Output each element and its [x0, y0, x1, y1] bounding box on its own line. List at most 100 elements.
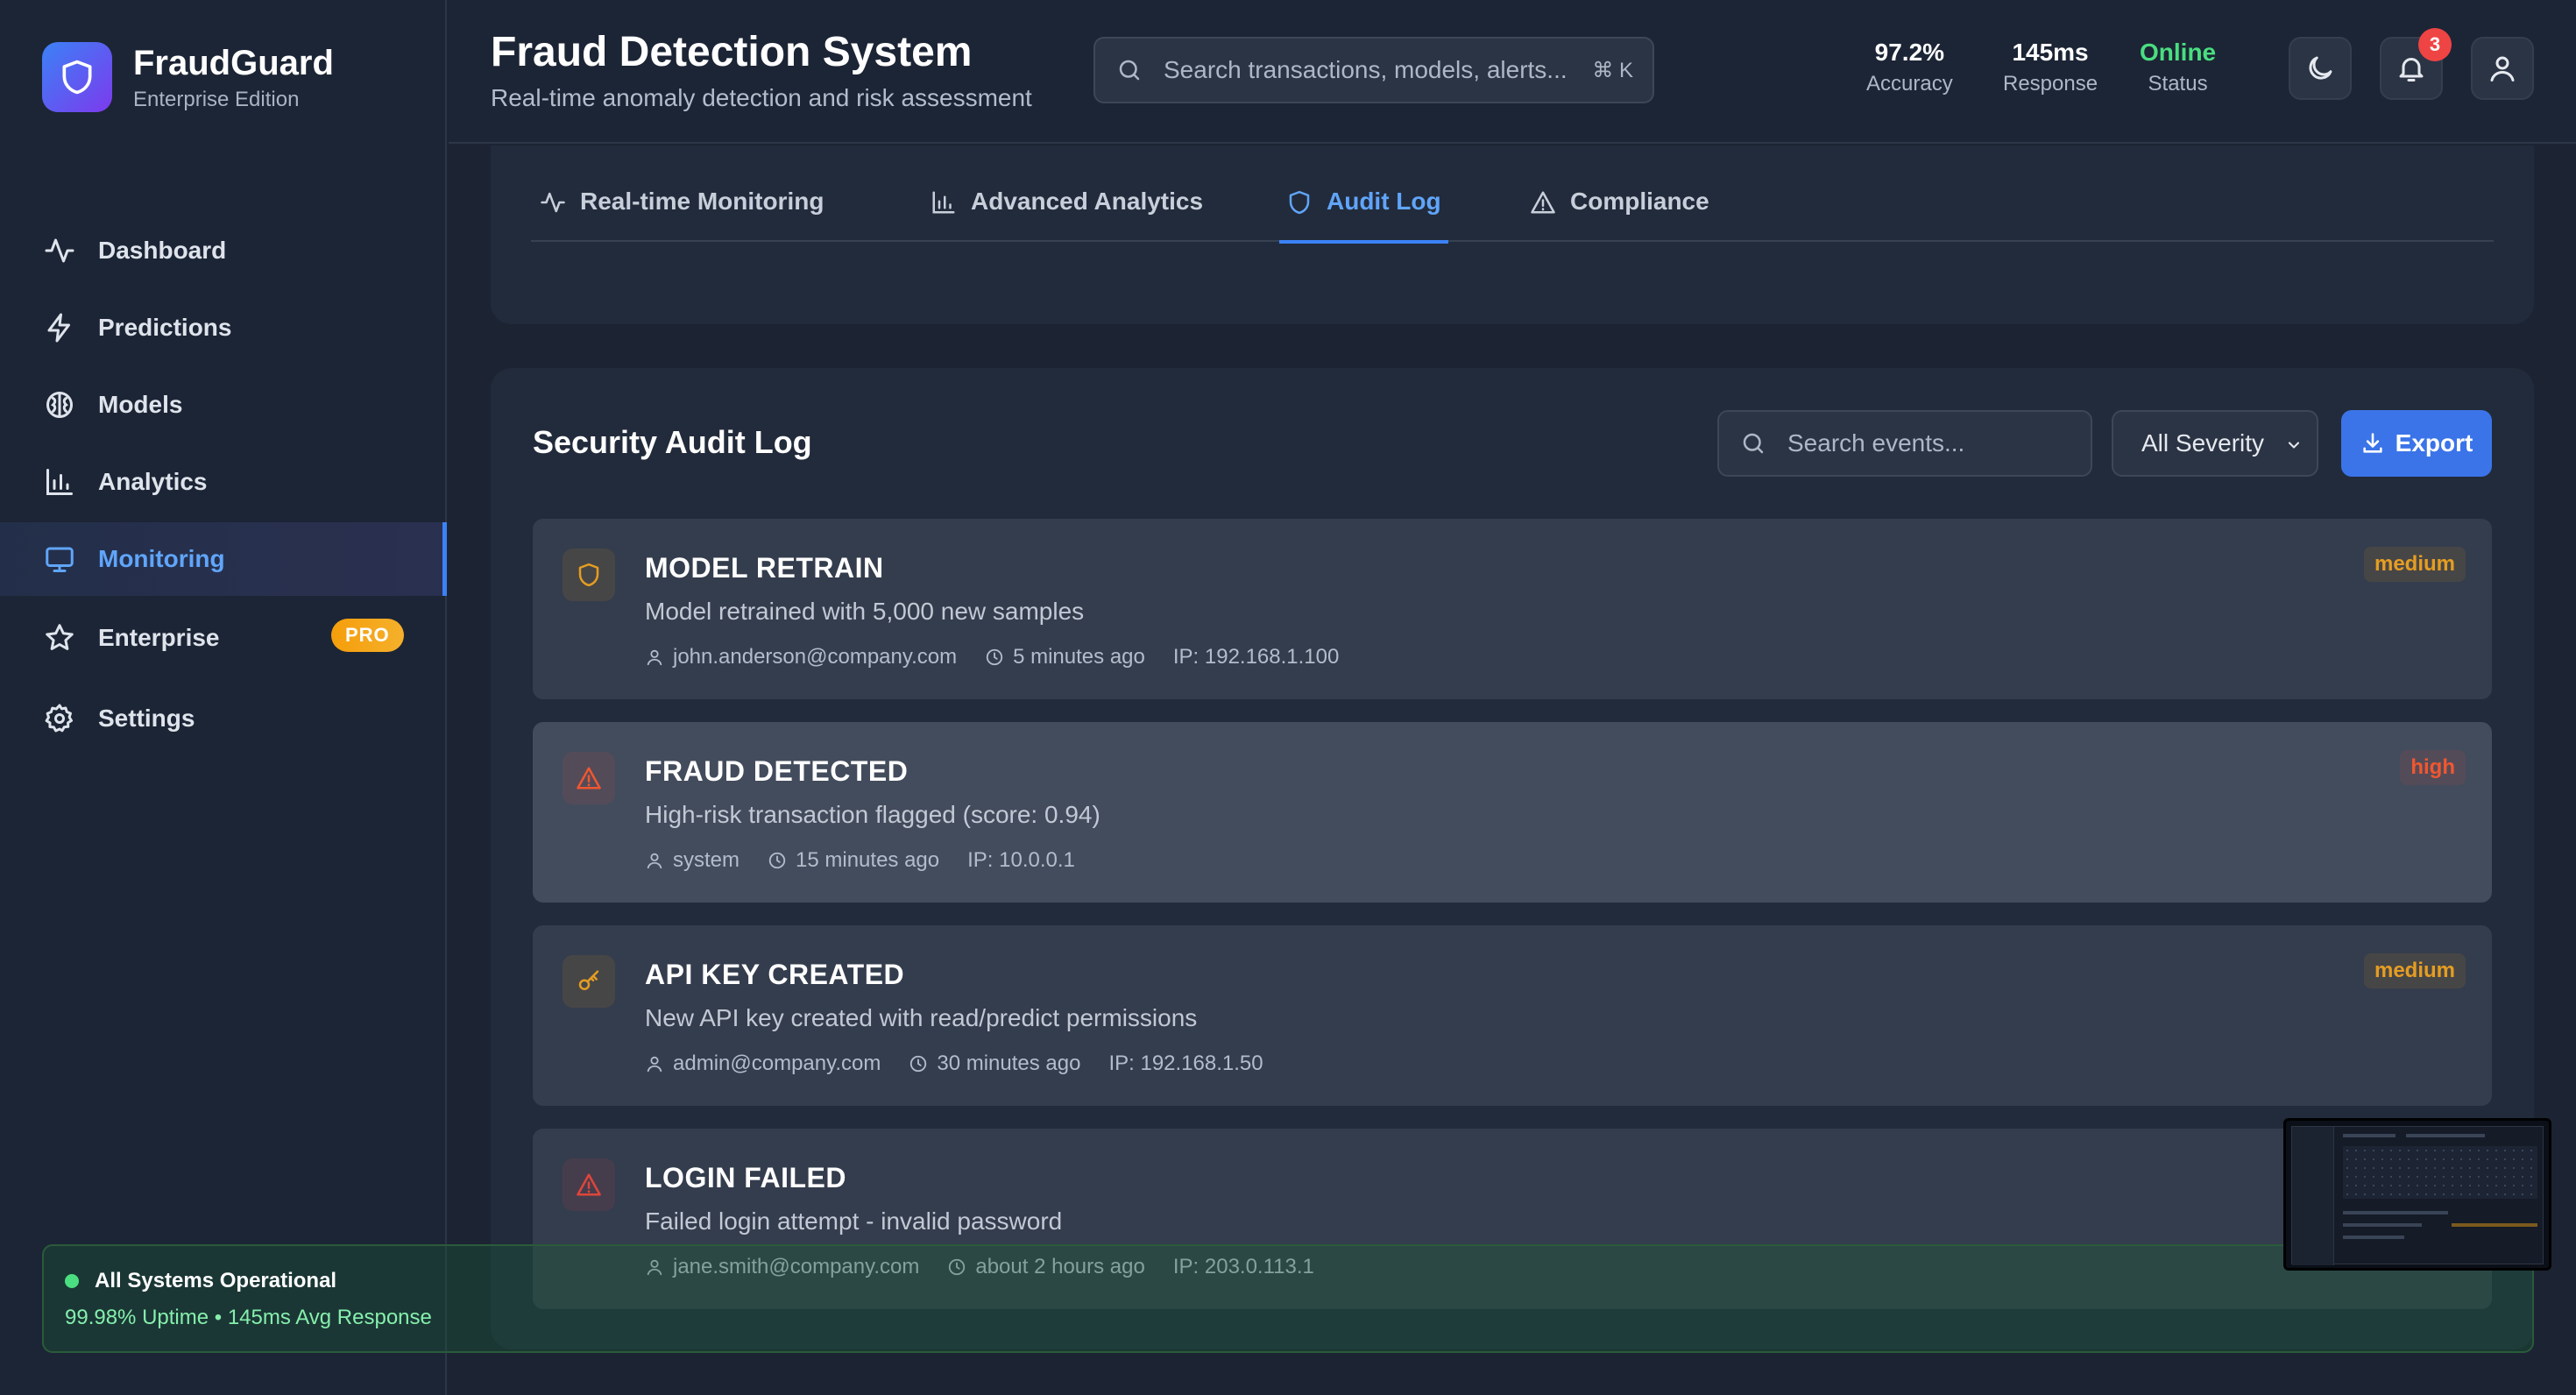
event-meta: admin@company.com 30 minutes ago IP: 192…	[645, 1052, 1292, 1076]
export-button[interactable]: Export	[2341, 410, 2492, 477]
stat-label: Accuracy	[1866, 72, 1953, 96]
sidebar: FraudGuard Enterprise Edition Dashboard …	[0, 0, 447, 1395]
sidebar-item-label: Predictions	[98, 314, 232, 341]
sidebar-item-dashboard[interactable]: Dashboard	[0, 214, 447, 287]
status-title-row: All Systems Operational	[65, 1269, 336, 1293]
zap-icon	[42, 310, 77, 345]
bar-chart-icon	[931, 189, 957, 216]
severity-badge: medium	[2363, 953, 2466, 988]
theme-toggle-button[interactable]	[2289, 37, 2352, 100]
tab-compliance[interactable]: Compliance	[1530, 184, 1709, 242]
sidebar-item-monitoring[interactable]: Monitoring	[0, 522, 447, 596]
key-icon	[563, 955, 615, 1008]
chevron-down-icon	[2285, 436, 2303, 454]
minimap-chart	[2343, 1146, 2537, 1199]
event-meta: system 15 minutes ago IP: 10.0.0.1	[645, 848, 1103, 873]
audit-log-panel: Security Audit Log Search events... All …	[491, 368, 2534, 1349]
event-time: 30 minutes ago	[909, 1052, 1080, 1076]
event-description: High-risk transaction flagged (score: 0.…	[645, 801, 1100, 828]
clock-icon	[768, 852, 786, 869]
system-status-banner: All Systems Operational 99.98% Uptime • …	[42, 1244, 2534, 1353]
event-user: system	[645, 848, 740, 873]
event-meta: john.anderson@company.com 5 minutes ago …	[645, 645, 1367, 669]
audit-log-title: Security Audit Log	[533, 424, 812, 460]
minimap-title-bar	[2343, 1134, 2396, 1137]
sidebar-item-predictions[interactable]: Predictions	[0, 291, 447, 365]
tab-realtime-monitoring[interactable]: Real-time Monitoring	[540, 184, 824, 242]
sidebar-item-label: Models	[98, 391, 183, 418]
event-title: LOGIN FAILED	[645, 1162, 846, 1193]
tab-audit-log[interactable]: Audit Log	[1279, 184, 1448, 244]
sidebar-item-analytics[interactable]: Analytics	[0, 445, 447, 519]
event-search-input[interactable]: Search events...	[1717, 410, 2092, 477]
clock-icon	[910, 1055, 927, 1073]
event-user: admin@company.com	[645, 1052, 881, 1076]
audit-event-row[interactable]: MODEL RETRAIN Model retrained with 5,000…	[533, 519, 2492, 699]
event-ip: IP: 192.168.1.100	[1172, 645, 1340, 669]
tabs-panel: Real-time Monitoring Advanced Analytics …	[491, 145, 2534, 324]
brand[interactable]: FraudGuard Enterprise Edition	[42, 42, 334, 112]
notification-count-badge: 3	[2418, 28, 2452, 61]
clock-icon	[986, 648, 1003, 666]
sidebar-item-settings[interactable]: Settings	[0, 680, 447, 757]
download-icon	[2360, 431, 2385, 456]
sidebar-item-models[interactable]: Models	[0, 368, 447, 442]
event-description: New API key created with read/predict pe…	[645, 1004, 1198, 1031]
stat-response: 145ms Response	[2003, 39, 2098, 96]
stat-accuracy: 97.2% Accuracy	[1866, 39, 1953, 96]
stat-status: Online Status	[2140, 39, 2216, 96]
event-title: API KEY CREATED	[645, 959, 905, 990]
sidebar-item-label: Monitoring	[98, 545, 225, 572]
minimap-search-bar	[2406, 1134, 2485, 1137]
stat-label: Response	[2003, 72, 2098, 96]
severity-filter-value: All Severity	[2141, 429, 2265, 457]
event-title: FRAUD DETECTED	[645, 755, 909, 787]
top-header: Fraud Detection System Real-time anomaly…	[449, 0, 2576, 144]
event-time-text: 30 minutes ago	[937, 1052, 1081, 1075]
user-icon	[647, 1056, 662, 1073]
event-search-placeholder: Search events...	[1787, 429, 1965, 457]
user-icon	[647, 649, 662, 666]
sidebar-item-label: Analytics	[98, 468, 208, 495]
audit-event-row[interactable]: FRAUD DETECTED High-risk transaction fla…	[533, 722, 2492, 903]
brand-name: FraudGuard	[133, 44, 334, 82]
brand-edition: Enterprise Edition	[133, 88, 300, 111]
sidebar-nav: Dashboard Predictions Models Analytics M…	[0, 214, 447, 761]
event-title: MODEL RETRAIN	[645, 552, 884, 584]
moon-icon	[2304, 53, 2336, 84]
activity-icon	[540, 189, 566, 216]
event-user-text: john.anderson@company.com	[673, 645, 958, 669]
warning-icon	[563, 752, 615, 804]
status-title: All Systems Operational	[95, 1269, 337, 1292]
severity-filter-select[interactable]: All Severity	[2112, 410, 2318, 477]
global-search-input[interactable]: Search transactions, models, alerts... ⌘…	[1093, 37, 1654, 103]
event-user-text: system	[673, 848, 740, 872]
severity-badge: medium	[2363, 547, 2466, 582]
gear-icon	[42, 701, 77, 736]
shield-icon	[1286, 189, 1313, 216]
minimap-sidebar	[2292, 1127, 2334, 1265]
user-menu-button[interactable]	[2471, 37, 2534, 100]
tab-advanced-analytics[interactable]: Advanced Analytics	[931, 184, 1203, 242]
export-label: Export	[2395, 429, 2473, 457]
status-detail: 99.98% Uptime • 145ms Avg Response	[65, 1306, 432, 1329]
search-icon	[1740, 430, 1766, 457]
event-time-text: 15 minutes ago	[796, 848, 940, 872]
bell-icon	[2396, 53, 2427, 84]
notifications-button[interactable]: 3	[2380, 28, 2452, 100]
tab-label: Real-time Monitoring	[580, 188, 824, 215]
event-user: john.anderson@company.com	[645, 645, 957, 669]
warning-icon	[563, 1158, 615, 1211]
tab-bar: Real-time Monitoring Advanced Analytics …	[531, 184, 2494, 244]
event-time: 5 minutes ago	[985, 645, 1145, 669]
audit-event-row[interactable]: API KEY CREATED New API key created with…	[533, 925, 2492, 1106]
sidebar-item-enterprise[interactable]: Enterprise PRO	[0, 599, 447, 676]
sidebar-item-label: Dashboard	[98, 237, 227, 264]
minimap-row	[2452, 1223, 2537, 1227]
minimap-row	[2343, 1211, 2448, 1214]
event-time: 15 minutes ago	[768, 848, 939, 873]
minimap-preview	[2291, 1126, 2544, 1265]
shield-icon	[563, 549, 615, 601]
page-minimap[interactable]	[2283, 1118, 2551, 1271]
stat-value: 97.2%	[1874, 39, 1945, 66]
